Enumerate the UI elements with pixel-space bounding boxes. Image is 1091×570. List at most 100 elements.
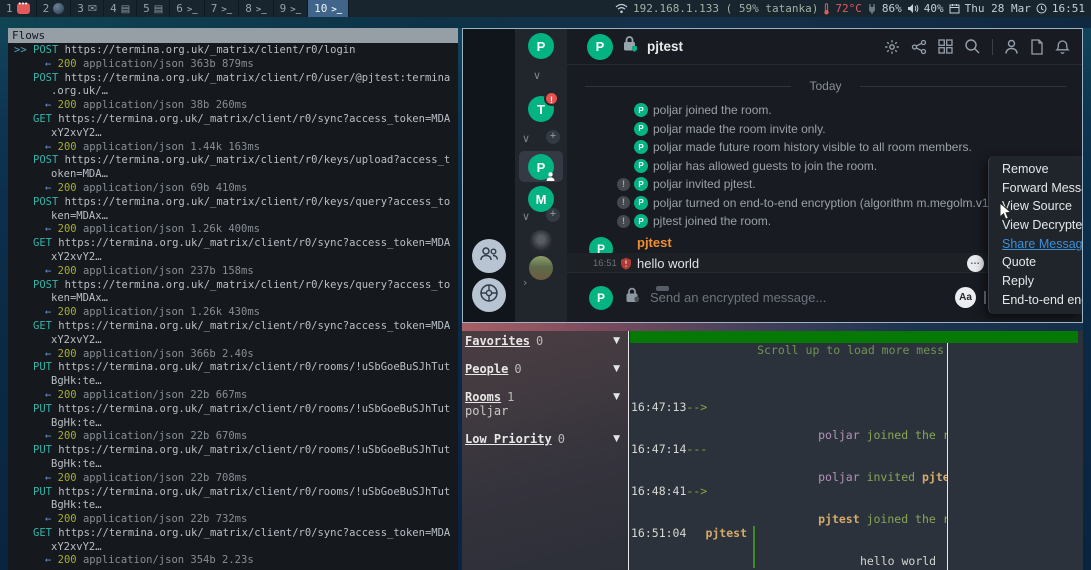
room-header: P pjtest [567,29,1082,65]
request-url-continued: xY2xvY2… [14,251,458,265]
flow-row[interactable]: POST https://termina.org.uk/_matrix/clie… [14,279,458,320]
composer-avatar: P [589,286,613,310]
avatar[interactable]: P [634,140,648,154]
mitmproxy-terminal[interactable]: Flows >>POST https://termina.org.uk/_mat… [8,28,458,570]
avatar[interactable]: P [634,196,648,210]
avatar[interactable]: P [634,214,648,228]
dm-person-icon [545,169,556,180]
explore-communities-button[interactable] [472,278,506,312]
chat-buffer[interactable]: Scroll up to load more mess 16:47:13 -->… [629,343,947,570]
section-label[interactable]: Favorites0 [465,334,543,348]
chevron-down-icon[interactable]: ∨ [522,210,530,223]
chevron-down-icon[interactable]: ∨ [533,69,541,82]
section-label[interactable]: Low Priority0 [465,432,565,446]
room-avatar-image[interactable] [529,230,553,254]
context-menu-item[interactable]: Share Message [989,235,1082,254]
event-text: poljar made the room invite only. [653,122,826,136]
settings-gear-icon[interactable] [884,39,900,55]
flow-row[interactable]: POST https://termina.org.uk/_matrix/clie… [14,154,458,195]
flow-row[interactable]: GET https://termina.org.uk/_matrix/clien… [14,113,458,154]
http-method: GET [33,113,52,125]
response-line: ← 200 application/json 363b 879ms [14,58,458,72]
chevron-right-icon[interactable]: › [523,276,527,289]
apps-grid-icon[interactable] [938,39,953,54]
collapse-triangle-icon[interactable]: ▼ [613,334,620,348]
context-menu-item[interactable]: Forward Message [989,179,1082,198]
flow-row[interactable]: GET https://termina.org.uk/_matrix/clien… [14,527,458,568]
member-list-icon[interactable] [1004,39,1019,55]
status-code: 200 [58,472,77,484]
share-room-icon[interactable] [911,39,927,55]
context-menu-item[interactable]: Quote [989,253,1082,272]
hidden-button-edge [984,291,986,304]
context-menu-item[interactable]: End-to-end encry [989,291,1082,310]
request-url: https://termina.org.uk/_matrix/client/r0… [52,403,450,415]
state-event-row[interactable]: ! P poljar made future room history visi… [567,138,1082,157]
files-icon[interactable] [1030,39,1044,55]
weechat-terminal[interactable]: Favorites0 ▼ People0 ▼ Rooms [462,331,1083,570]
response-meta: application/json 1.44k 163ms [77,141,260,153]
battery-level: 86% [882,2,902,15]
flow-row[interactable]: PUT https://termina.org.uk/_matrix/clien… [14,361,458,402]
workspace[interactable]: 8 [239,0,273,17]
formatting-toggle-button[interactable]: Aa [955,287,976,308]
workspace[interactable]: 3 [71,0,104,17]
avatar[interactable]: P [634,122,648,136]
workspace[interactable]: 5 [137,0,170,17]
add-room-button[interactable]: + [546,208,560,222]
workspace[interactable]: 4 [104,0,137,17]
user-avatar[interactable]: P [528,33,554,59]
response-meta: application/json 354b 2.23s [77,554,254,566]
event-text: poljar has allowed guests to join the ro… [653,159,877,173]
composer-placeholder[interactable]: Send an encrypted message... [650,290,826,305]
flow-row[interactable]: PUT https://termina.org.uk/_matrix/clien… [14,403,458,444]
add-room-button[interactable]: + [546,130,560,144]
workspace-number: 6 [176,2,183,15]
collapse-triangle-icon[interactable]: ▼ [613,362,620,376]
workspace-app-icon [88,2,97,15]
room-avatar-image[interactable] [529,256,553,280]
workspace[interactable]: 2 [37,0,72,17]
people-group-button[interactable] [472,239,506,273]
flow-row[interactable]: GET https://termina.org.uk/_matrix/clien… [14,237,458,278]
message-options-button[interactable]: … [967,255,984,272]
weechat-title-bar [630,331,1078,343]
search-icon[interactable] [964,38,981,55]
response-line: ← 200 application/json 22b 667ms [14,389,458,403]
calendar-icon [949,3,960,14]
chat-line: 16:47:14 --- poljar invited pjtest. [629,442,947,484]
collapse-triangle-icon[interactable]: ▼ [613,390,620,404]
room-header-avatar[interactable]: P [587,34,613,60]
flow-row[interactable]: POST https://termina.org.uk/_matrix/clie… [14,72,458,113]
avatar[interactable]: P [634,159,648,173]
avatar[interactable]: P [634,177,648,191]
response-meta: application/json 366b 2.40s [77,348,254,360]
event-text: poljar made future room history visible … [653,140,972,154]
section-label[interactable]: People0 [465,362,522,376]
context-menu-item[interactable]: Remove [989,160,1082,179]
response-meta: application/json 38b 260ms [77,99,248,111]
buffer-item[interactable]: poljar [465,404,628,418]
flow-row[interactable]: GET https://termina.org.uk/_matrix/clien… [14,320,458,361]
workspace[interactable]: 7 [205,0,239,17]
response-meta: application/json 1.26k 430ms [77,306,260,318]
flow-row[interactable]: >>POST https://termina.org.uk/_matrix/cl… [14,44,458,72]
request-url: https://termina.org.uk/_matrix/client/r0… [52,527,450,539]
flow-row[interactable]: PUT https://termina.org.uk/_matrix/clien… [14,444,458,485]
flow-row[interactable]: PUT https://termina.org.uk/_matrix/clien… [14,486,458,527]
workspace[interactable]: 9 [274,0,308,17]
workspace[interactable]: 6 [170,0,204,17]
collapse-triangle-icon[interactable]: ▼ [613,432,620,446]
state-event-row[interactable]: ! P poljar made the room invite only. [567,120,1082,139]
workspace[interactable]: 1 [0,0,37,17]
chevron-down-icon[interactable]: ∨ [522,132,530,145]
response-arrow-icon: ← [45,472,58,484]
request-url-continued: BgHk:te… [14,499,458,513]
notifications-bell-icon[interactable] [1055,39,1070,55]
context-menu-item[interactable]: Reply [989,272,1082,291]
section-label[interactable]: Rooms1 [465,390,514,404]
workspace[interactable]: 10 [308,0,349,17]
state-event-row[interactable]: ! P poljar joined the room. [567,101,1082,120]
avatar[interactable]: P [634,103,648,117]
flow-row[interactable]: POST https://termina.org.uk/_matrix/clie… [14,196,458,237]
